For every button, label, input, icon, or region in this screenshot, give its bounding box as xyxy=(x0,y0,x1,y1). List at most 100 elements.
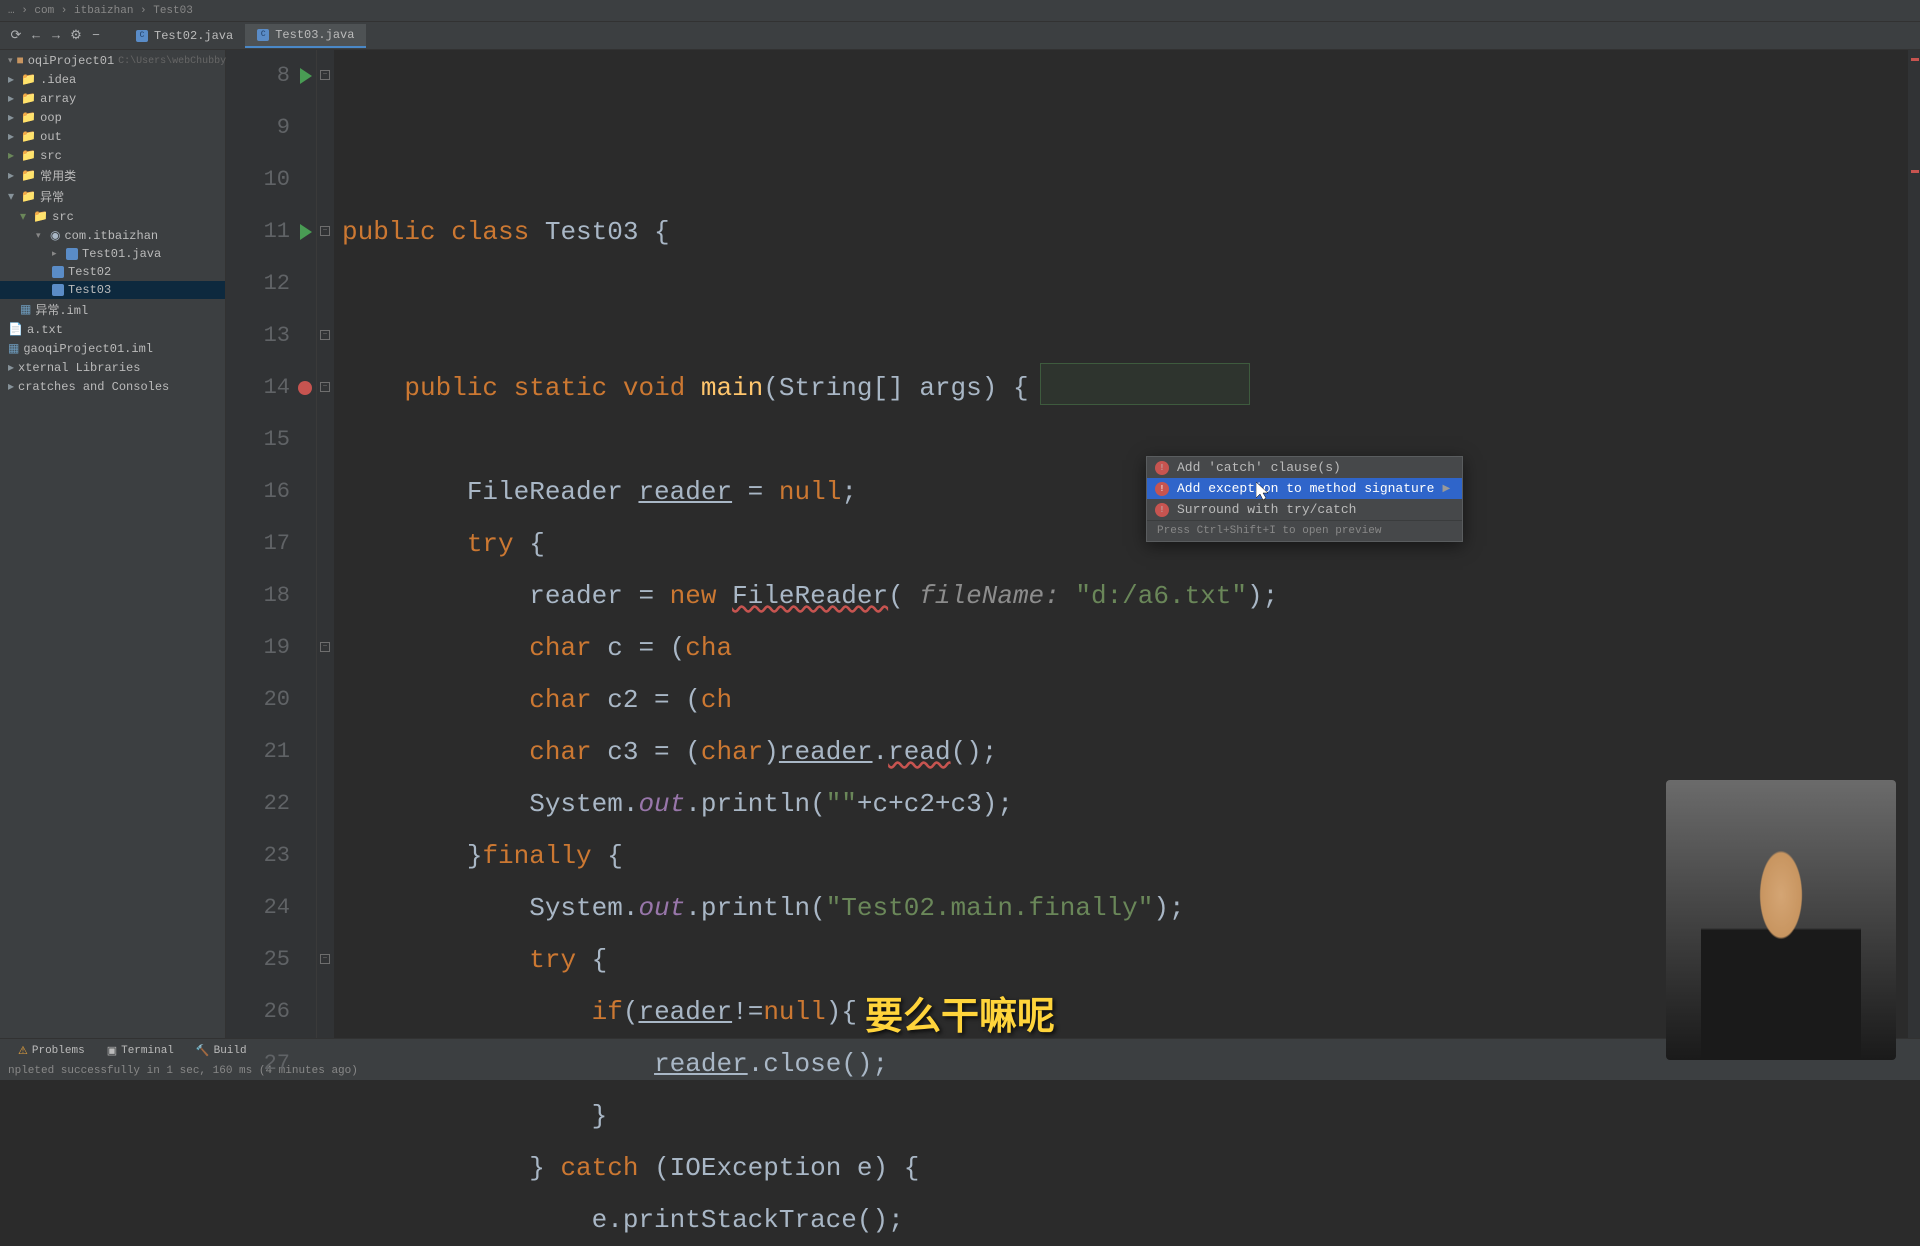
line-number: 13 xyxy=(226,310,290,362)
tab-test02[interactable]: C Test02.java xyxy=(124,24,245,48)
code-line[interactable] xyxy=(342,310,1920,362)
error-stripe[interactable] xyxy=(1908,50,1920,1038)
video-subtitle: 要么干嘛呢 xyxy=(865,985,1055,1040)
line-number: 8 xyxy=(226,50,290,102)
code-line[interactable] xyxy=(342,414,1920,466)
bulb-icon: ! xyxy=(1155,503,1169,517)
settings-icon[interactable]: ⚙ xyxy=(68,28,84,44)
toolbar: ⟳ ← → ⚙ − C Test02.java C Test03.java xyxy=(0,22,1920,50)
warning-icon: ⚠ xyxy=(18,1044,28,1058)
project-tree[interactable]: ▾■ oqiProject01 C:\Users\webChubby ▸ 📁 .… xyxy=(0,50,226,1038)
tree-libraries[interactable]: ▸ xternal Libraries xyxy=(0,358,225,377)
run-gutter-icon[interactable] xyxy=(300,68,312,84)
code-line[interactable]: char c2 = (ch xyxy=(342,674,1920,726)
tree-iml-file[interactable]: ▦ 异常.iml xyxy=(0,299,225,320)
line-number: 10 xyxy=(226,154,290,206)
line-number: 15 xyxy=(226,414,290,466)
tree-folder[interactable]: ▸ 📁 常用类 xyxy=(0,165,225,186)
code-line[interactable]: } catch (IOException e) { xyxy=(342,1142,1920,1194)
btab-label: Problems xyxy=(32,1045,85,1057)
tree-folder[interactable]: ▸ 📁 array xyxy=(0,89,225,108)
java-file-icon: C xyxy=(136,30,148,42)
editor-tabs: C Test02.java C Test03.java xyxy=(124,24,366,48)
line-number: 12 xyxy=(226,258,290,310)
java-file-icon: C xyxy=(257,29,269,41)
hammer-icon: 🔨 xyxy=(196,1044,210,1058)
forward-icon[interactable]: → xyxy=(48,28,64,44)
code-line[interactable]: try { xyxy=(342,518,1920,570)
bulb-icon: ! xyxy=(1155,461,1169,475)
fold-toggle-icon[interactable]: − xyxy=(320,70,330,80)
line-number: 11 xyxy=(226,206,290,258)
fold-toggle-icon[interactable]: − xyxy=(320,330,330,340)
fold-toggle-icon[interactable]: − xyxy=(320,226,330,236)
line-number: 9 xyxy=(226,102,290,154)
tree-java-file[interactable]: ▸ Test01.java xyxy=(0,245,225,263)
popup-item-add-catch[interactable]: ! Add 'catch' clause(s) xyxy=(1147,457,1462,478)
code-line[interactable]: char c = (cha xyxy=(342,622,1920,674)
sync-icon[interactable]: ⟳ xyxy=(8,28,24,44)
line-number: 16 xyxy=(226,466,290,518)
terminal-icon: ▣ xyxy=(107,1044,117,1058)
webcam-overlay xyxy=(1666,780,1896,1060)
tab-test03[interactable]: C Test03.java xyxy=(245,24,366,48)
popup-item-add-exception[interactable]: ! Add exception to method signature ▶ xyxy=(1147,478,1462,499)
tree-src-folder[interactable]: ▾ 📁 src xyxy=(0,207,225,226)
tree-scratches[interactable]: ▸ cratches and Consoles xyxy=(0,377,225,396)
code-line[interactable]: char c3 = (char)reader.read(); xyxy=(342,726,1920,778)
code-line[interactable]: public static void main(String[] args) { xyxy=(342,362,1920,414)
popup-item-label: Surround with try/catch xyxy=(1177,502,1356,517)
code-line[interactable] xyxy=(342,258,1920,310)
terminal-tab[interactable]: ▣ Terminal xyxy=(97,1042,184,1060)
tree-folder[interactable]: ▸ 📁 oop xyxy=(0,108,225,127)
line-number: 22 xyxy=(226,778,290,830)
line-number: 18 xyxy=(226,570,290,622)
tree-file[interactable]: 📄 a.txt xyxy=(0,320,225,339)
popup-item-surround[interactable]: ! Surround with try/catch xyxy=(1147,499,1462,520)
tree-folder[interactable]: ▾ 📁 异常 xyxy=(0,186,225,207)
line-number: 25 xyxy=(226,934,290,986)
breadcrumb-bar: … › com › itbaizhan › Test03 xyxy=(0,0,1920,22)
line-number: 20 xyxy=(226,674,290,726)
intention-popup[interactable]: ! Add 'catch' clause(s) ! Add exception … xyxy=(1146,456,1463,542)
run-gutter-icon[interactable] xyxy=(300,224,312,240)
tree-package[interactable]: ▾◉ com.itbaizhan xyxy=(0,226,225,245)
fold-toggle-icon[interactable]: − xyxy=(320,642,330,652)
popup-hint: Press Ctrl+Shift+I to open preview xyxy=(1147,520,1462,541)
code-line[interactable]: e.printStackTrace(); xyxy=(342,1194,1920,1246)
line-number: 27 xyxy=(226,1038,290,1090)
line-number: 19 xyxy=(226,622,290,674)
fold-column[interactable]: − − − − − − xyxy=(316,50,334,1038)
presenter-silhouette xyxy=(1701,840,1861,1060)
status-text: npleted successfully in 1 sec, 160 ms (4… xyxy=(8,1065,358,1077)
tab-label: Test03.java xyxy=(275,28,354,42)
line-number: 24 xyxy=(226,882,290,934)
line-number: 17 xyxy=(226,518,290,570)
tree-java-file[interactable]: Test02 xyxy=(0,263,225,281)
chevron-right-icon: ▶ xyxy=(1442,483,1450,495)
tree-folder[interactable]: ▸ 📁 out xyxy=(0,127,225,146)
back-icon[interactable]: ← xyxy=(28,28,44,44)
tree-module[interactable]: ▾■ oqiProject01 C:\Users\webChubby xyxy=(0,52,225,70)
tree-folder[interactable]: ▸ 📁 .idea xyxy=(0,70,225,89)
tree-iml-file[interactable]: ▦ gaoqiProject01.iml xyxy=(0,339,225,358)
popup-item-label: Add 'catch' clause(s) xyxy=(1177,460,1341,475)
problems-tab[interactable]: ⚠ Problems xyxy=(8,1042,95,1060)
popup-item-label: Add exception to method signature xyxy=(1177,481,1434,496)
code-line[interactable]: public class Test03 { xyxy=(342,206,1920,258)
fold-toggle-icon[interactable]: − xyxy=(320,954,330,964)
error-gutter-icon[interactable] xyxy=(298,381,312,395)
code-line[interactable]: } xyxy=(342,1090,1920,1142)
minus-icon[interactable]: − xyxy=(88,28,104,44)
code-line[interactable]: FileReader reader = null; xyxy=(342,466,1920,518)
line-number: 14 xyxy=(226,362,290,414)
tree-java-file-selected[interactable]: Test03 xyxy=(0,281,225,299)
line-number: 21 xyxy=(226,726,290,778)
breadcrumb: … › com › itbaizhan › Test03 xyxy=(8,5,193,17)
fold-toggle-icon[interactable]: − xyxy=(320,382,330,392)
line-gutter: 89101112131415161718192021222324252627 xyxy=(226,50,316,1038)
mouse-cursor-icon xyxy=(1256,482,1272,502)
tree-src-folder[interactable]: ▸ 📁 src xyxy=(0,146,225,165)
tab-label: Test02.java xyxy=(154,29,233,43)
code-line[interactable]: reader = new FileReader( fileName: "d:/a… xyxy=(342,570,1920,622)
